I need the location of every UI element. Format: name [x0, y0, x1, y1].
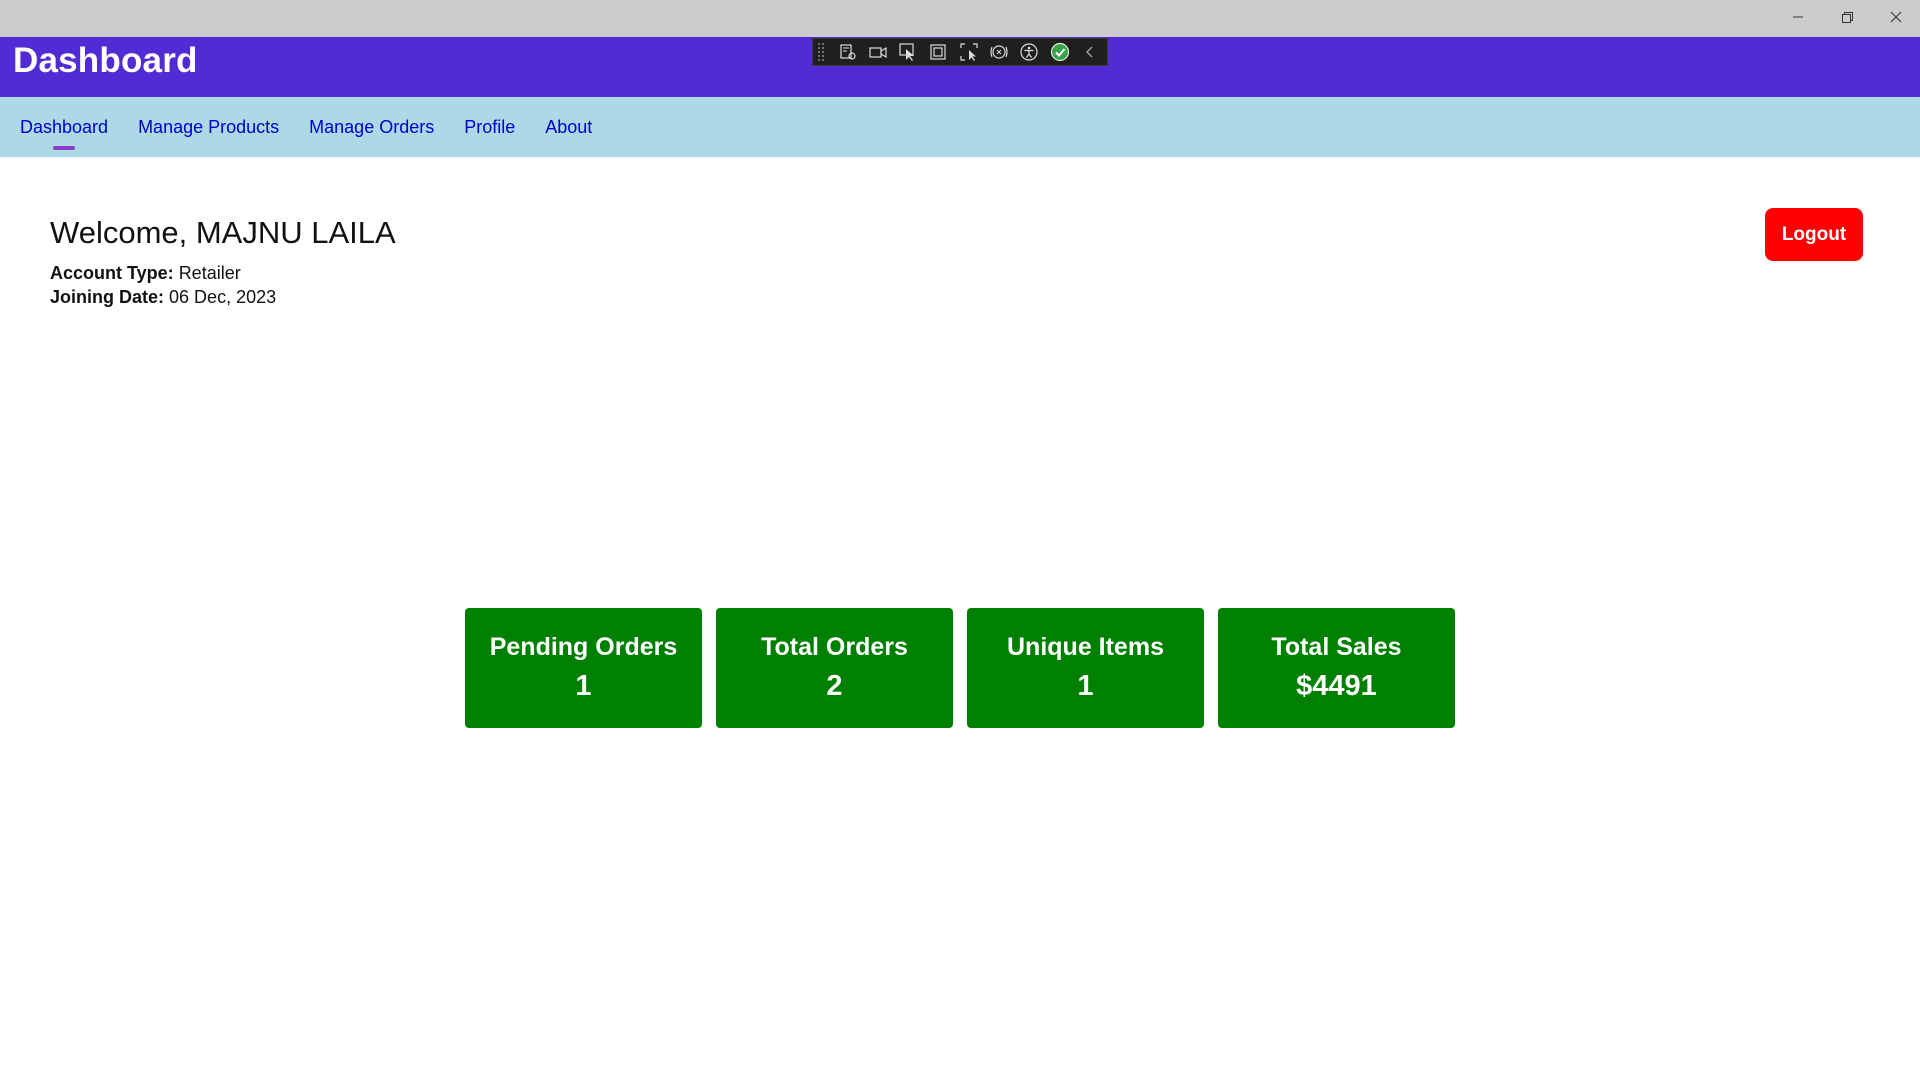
stat-card-unique-items: Unique Items 1: [967, 608, 1204, 728]
stat-label: Unique Items: [1007, 633, 1164, 661]
account-type-label: Account Type:: [50, 263, 174, 283]
nav-item-dashboard[interactable]: Dashboard: [20, 117, 108, 138]
stat-value: 2: [826, 670, 843, 702]
check-icon[interactable]: [1046, 40, 1072, 64]
stat-label: Total Sales: [1271, 633, 1402, 661]
live-visual-tree-icon[interactable]: [834, 40, 860, 64]
nav-bar: Dashboard Manage Products Manage Orders …: [0, 97, 1920, 157]
stat-card-total-sales: Total Sales $4491: [1218, 608, 1455, 728]
nav-item-manage-products[interactable]: Manage Products: [138, 117, 279, 138]
logout-button[interactable]: Logout: [1765, 208, 1863, 261]
collapse-chevron-icon[interactable]: [1077, 40, 1103, 64]
accessibility-checker-icon[interactable]: [1016, 40, 1042, 64]
minimize-icon[interactable]: [1773, 0, 1822, 33]
account-type-value: Retailer: [178, 263, 241, 283]
page-title: Dashboard: [13, 41, 198, 80]
track-focus-icon[interactable]: [956, 40, 982, 64]
stat-card-pending-orders: Pending Orders 1: [465, 608, 702, 728]
stats-cards: Pending Orders 1 Total Orders 2 Unique I…: [465, 608, 1469, 728]
joining-date-line: Joining Date: 06 Dec, 2023: [50, 287, 276, 308]
account-type-line: Account Type: Retailer: [50, 263, 241, 284]
restore-icon[interactable]: [1822, 0, 1871, 33]
drag-grip-icon[interactable]: [817, 42, 827, 62]
record-icon[interactable]: [865, 40, 891, 64]
stat-value: 1: [575, 670, 592, 702]
welcome-heading: Welcome, MAJNU LAILA: [50, 215, 396, 250]
display-layout-adorners-icon[interactable]: [925, 40, 951, 64]
nav-item-manage-orders[interactable]: Manage Orders: [309, 117, 434, 138]
stat-label: Total Orders: [761, 633, 908, 661]
joining-date-label: Joining Date:: [50, 287, 165, 307]
stat-label: Pending Orders: [489, 633, 678, 661]
nav-item-profile[interactable]: Profile: [464, 117, 515, 138]
window-titlebar: [0, 0, 1920, 37]
stat-card-total-orders: Total Orders 2: [716, 608, 953, 728]
nav-item-about[interactable]: About: [545, 117, 592, 138]
window-controls: [1773, 0, 1920, 37]
stat-value: 1: [1077, 670, 1094, 702]
binding-failures-icon[interactable]: [986, 40, 1012, 64]
joining-date-value: 06 Dec, 2023: [169, 287, 277, 307]
select-element-icon[interactable]: [895, 40, 921, 64]
stat-value: $4491: [1296, 670, 1377, 702]
close-icon[interactable]: [1871, 0, 1920, 33]
debug-toolbar: [812, 38, 1108, 66]
nav-items: Dashboard Manage Products Manage Orders …: [20, 97, 622, 157]
